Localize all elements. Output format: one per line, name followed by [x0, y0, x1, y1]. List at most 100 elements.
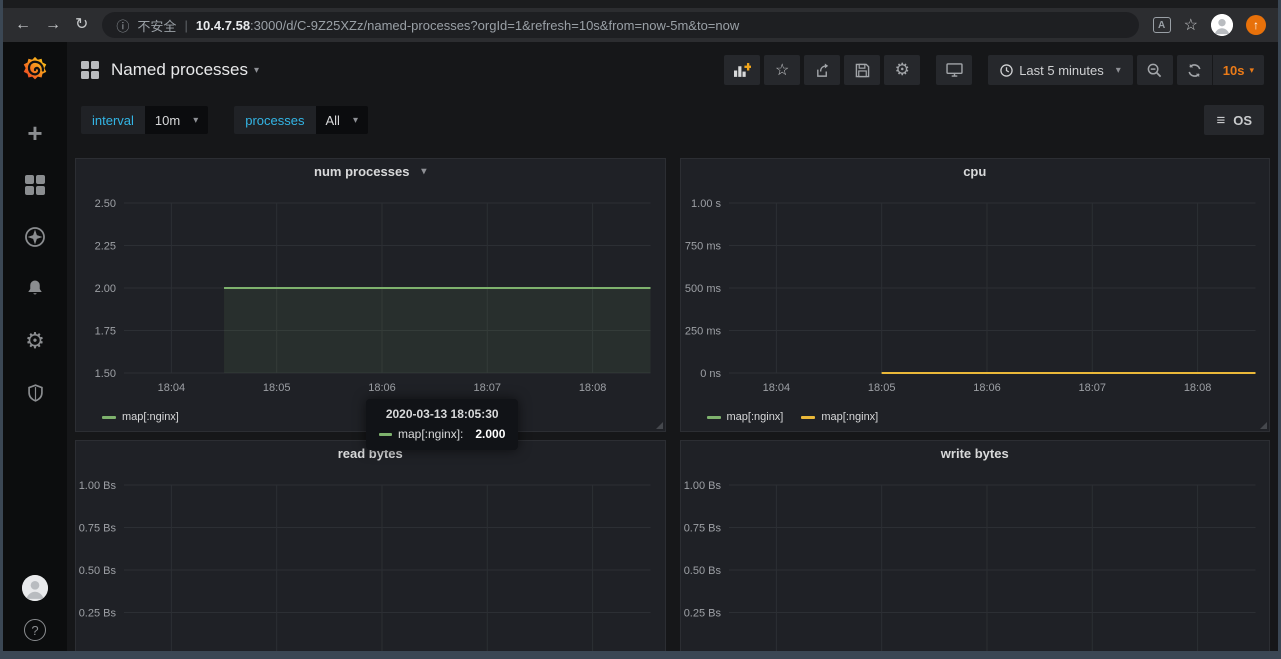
main-area: Named processes ▾ ☆ ⚙ Last 5 minutes ▾ 1… [67, 42, 1278, 651]
help-icon[interactable]: ? [24, 619, 46, 641]
legend-item[interactable]: map[:nginx] [706, 411, 783, 423]
address-bar[interactable]: ⓘ 不安全 | 10.4.7.58:3000/d/C-9Z25XZz/named… [102, 12, 1139, 38]
panel-write-bytes: write bytes 1.00 Bs 0.75 Bs 0.50 Bs 0.25 Bs… [679, 440, 1270, 651]
variable-interval-caret: ▾ [193, 114, 199, 126]
panel-title-text: cpu [963, 163, 987, 179]
share-dashboard-button[interactable] [804, 55, 841, 85]
url-separator: | [184, 17, 188, 33]
svg-text:18:07: 18:07 [474, 382, 502, 394]
tooltip-series-value: 2.000 [475, 427, 506, 441]
sidebar-item-dashboards[interactable] [24, 174, 46, 196]
panel-read-bytes: read bytes 1.00 Bs 0.75 Bs 0.50 Bs 0.25 Bs 0… [75, 440, 666, 651]
chart-legend: map[:nginx] map[:nginx] [706, 411, 878, 423]
legend-item[interactable]: map[:nginx] [102, 411, 179, 423]
svg-text:2.25: 2.25 [95, 241, 116, 253]
svg-text:18:04: 18:04 [158, 382, 186, 394]
variable-interval[interactable]: interval 10m ▾ [81, 106, 209, 134]
svg-text:0 ns: 0 ns [700, 368, 721, 380]
chart-wrap: 1.00 s 750 ms 500 ms 250 ms 0 ns 18:04 18:05 18… [681, 183, 1270, 431]
sidebar-item-alerting[interactable] [24, 278, 46, 300]
tooltip-series-dash [379, 432, 392, 436]
refresh-interval-dropdown[interactable]: 10s ▾ [1211, 55, 1264, 85]
panel-title-text: write bytes [940, 445, 1009, 461]
svg-text:0.25 Bs: 0.25 Bs [79, 608, 117, 620]
svg-text:250 ms: 250 ms [684, 326, 721, 338]
dashboard-title-caret[interactable]: ▾ [254, 65, 259, 76]
bookmark-icon[interactable]: ☆ [1184, 15, 1198, 35]
variable-processes[interactable]: processes All ▾ [234, 106, 368, 134]
graph-tooltip: 2020-03-13 18:05:30 map[:nginx]: 2.000 [366, 399, 519, 450]
svg-text:1.00 s: 1.00 s [691, 198, 721, 210]
variable-processes-value[interactable]: All ▾ [315, 106, 368, 134]
svg-text:0.25 Bs: 0.25 Bs [683, 608, 721, 620]
os-link-button[interactable]: ≡ OS [1204, 105, 1264, 135]
browser-toolbar: ← → ↻ ⓘ 不安全 | 10.4.7.58:3000/d/C-9Z25XZz… [3, 8, 1278, 42]
zoom-out-icon [1147, 63, 1162, 77]
panel-menu-caret-icon[interactable]: ▾ [421, 166, 426, 177]
save-dashboard-button[interactable] [844, 55, 881, 85]
browser-update-icon[interactable]: ↑ [1246, 15, 1266, 35]
panel-resize-handle[interactable] [655, 422, 663, 429]
browser-profile-avatar[interactable] [1211, 14, 1233, 36]
back-icon[interactable]: ← [15, 17, 31, 33]
chart-canvas-cpu[interactable]: 1.00 s 750 ms 500 ms 250 ms 0 ns 18:04 18:05 18… [681, 183, 1270, 431]
svg-text:18:08: 18:08 [1183, 382, 1211, 394]
add-panel-button[interactable] [724, 55, 761, 85]
legend-series-name: map[:nginx] [122, 411, 179, 423]
info-icon[interactable]: ⓘ [116, 16, 129, 35]
variable-processes-caret: ▾ [352, 114, 358, 126]
translate-icon[interactable]: A [1152, 17, 1171, 33]
add-panel-icon [733, 62, 751, 77]
legend-color-dash [102, 415, 116, 419]
legend-item[interactable]: map[:nginx] [801, 411, 878, 423]
dashboard-navbar: Named processes ▾ ☆ ⚙ Last 5 minutes ▾ 1… [67, 42, 1278, 98]
navbar-actions: ☆ ⚙ Last 5 minutes ▾ 10s ▾ [720, 55, 1264, 85]
refresh-button[interactable] [1177, 55, 1212, 85]
compass-icon [25, 227, 45, 247]
save-icon [855, 63, 869, 77]
svg-text:0.50 Bs: 0.50 Bs [79, 565, 117, 577]
variable-interval-value[interactable]: 10m ▾ [144, 106, 209, 134]
dashboard-title[interactable]: Named processes [111, 60, 248, 80]
svg-text:0.75 Bs: 0.75 Bs [683, 523, 721, 535]
user-avatar[interactable] [22, 575, 48, 601]
cycle-view-button[interactable] [936, 55, 973, 85]
chart-canvas-num-processes[interactable]: 2.50 2.25 2.00 1.75 1.50 18:04 18:05 18:06 18:07… [76, 183, 665, 431]
chart-canvas-read-bytes[interactable]: 1.00 Bs0.75 Bs0.50 Bs0.25 Bs0 B18:0418:0… [76, 465, 665, 651]
grafana-sidebar: + ⚙ ? [3, 42, 67, 651]
forward-icon[interactable]: → [45, 17, 61, 33]
browser-tabstrip [3, 0, 1278, 8]
refresh-icon [1188, 63, 1201, 77]
svg-text:18:06: 18:06 [973, 382, 1001, 394]
dashboard-icon [81, 61, 99, 79]
url-text: 10.4.7.58:3000/d/C-9Z25XZz/named-process… [196, 18, 739, 33]
os-link-label: OS [1233, 112, 1252, 128]
grafana-logo[interactable] [19, 54, 51, 86]
dashboard-settings-button[interactable]: ⚙ [884, 55, 921, 85]
svg-text:1.00 Bs: 1.00 Bs [79, 480, 117, 492]
panel-resize-handle[interactable] [1260, 422, 1267, 429]
panel-title-write-bytes[interactable]: write bytes [681, 441, 1270, 465]
url-path: :3000/d/C-9Z25XZz/named-processes?orgId=… [250, 17, 740, 33]
sidebar-item-server-admin[interactable] [24, 382, 46, 404]
mark-favorite-button[interactable]: ☆ [764, 55, 801, 85]
legend-color-dash [706, 415, 721, 419]
panel-title-num-processes[interactable]: num processes ▾ [76, 159, 665, 183]
variable-processes-label: processes [234, 106, 316, 134]
reload-icon[interactable]: ↻ [75, 17, 88, 33]
sidebar-nav: + ⚙ [24, 118, 46, 404]
browser-actions: A ☆ ↑ [1152, 14, 1266, 36]
sidebar-item-explore[interactable] [24, 226, 46, 248]
dashboards-grid-icon [25, 175, 45, 195]
svg-text:0 B: 0 B [704, 650, 721, 651]
svg-text:2.00: 2.00 [95, 283, 116, 295]
svg-text:18:08: 18:08 [579, 382, 607, 394]
zoom-out-button[interactable] [1136, 55, 1173, 85]
time-range-picker[interactable]: Last 5 minutes ▾ [988, 55, 1133, 85]
chart-canvas-write-bytes[interactable]: 1.00 Bs0.75 Bs0.50 Bs0.25 Bs0 B18:0418:0… [681, 465, 1270, 651]
sidebar-item-create[interactable]: + [24, 118, 46, 148]
grafana-app: + ⚙ ? Named processes ▾ ☆ ⚙ Last 5 minut… [3, 42, 1278, 651]
svg-text:18:07: 18:07 [1078, 382, 1106, 394]
panel-title-cpu[interactable]: cpu [681, 159, 1270, 183]
sidebar-item-configuration[interactable]: ⚙ [24, 328, 46, 353]
